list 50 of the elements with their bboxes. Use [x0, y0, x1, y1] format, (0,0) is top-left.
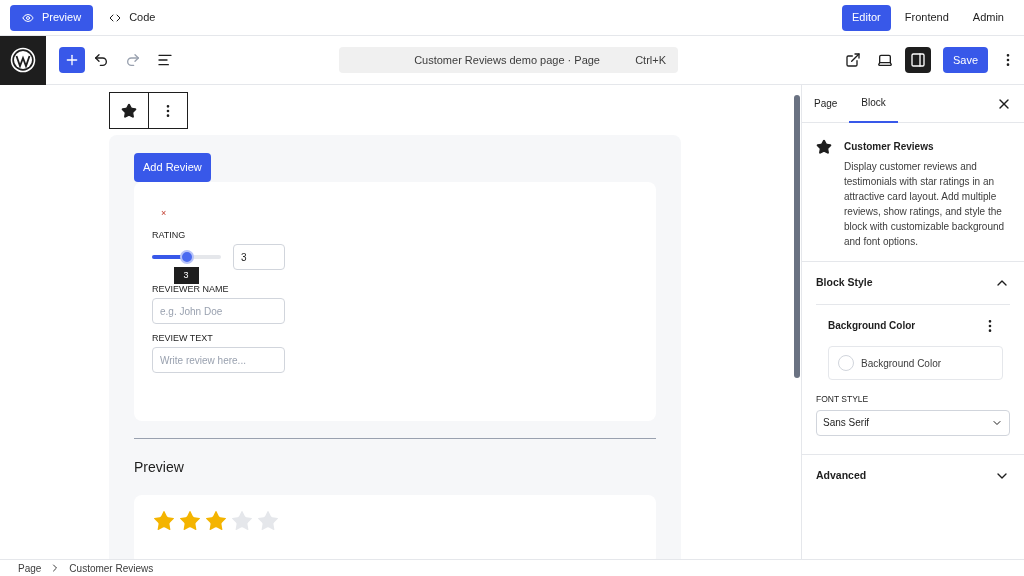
slider-tooltip: 3 — [173, 267, 199, 284]
eye-icon — [22, 11, 34, 24]
list-view-icon[interactable] — [157, 52, 173, 68]
view-mode-tab[interactable]: Code — [97, 4, 168, 31]
block-description: Display customer reviews and testimonials with star ratings in an attractive card layout. Add multiple reviews, show ratings, and style the block with customizable background and font options. — [844, 160, 1006, 249]
reviewer-name-field[interactable]: e.g. John Doe — [152, 298, 285, 324]
rating-star-icon — [204, 509, 228, 533]
block-title: Customer Reviews — [844, 140, 935, 154]
scrollbar[interactable] — [794, 95, 800, 378]
command-bar[interactable]: Customer Reviews demo page · Page Ctrl+K — [339, 47, 678, 73]
slider-thumb[interactable] — [179, 250, 194, 264]
wordpress-icon — [10, 47, 36, 73]
rating-star-icon — [256, 509, 280, 533]
color-picker-button[interactable]: Background Color — [828, 346, 1003, 380]
rating-star-icon — [230, 509, 254, 533]
plus-icon — [64, 52, 80, 68]
add-review-button[interactable]: Add Review — [134, 153, 211, 182]
panel-header[interactable]: Advanced — [802, 454, 1024, 497]
sidebar-tab[interactable]: Page — [814, 84, 850, 123]
review-text-field[interactable]: Write review here... — [152, 347, 285, 373]
sidebar-tab[interactable]: Block — [849, 84, 898, 123]
color-setting-heading: Background Color — [828, 319, 916, 333]
mode-tab[interactable]: Frontend — [894, 4, 959, 31]
font-style-label: FONT STYLE — [816, 393, 870, 406]
mode-tab[interactable]: Editor — [842, 4, 891, 31]
rating-label: RATING — [152, 229, 187, 241]
add-block-button[interactable] — [59, 47, 85, 73]
breadcrumb-link[interactable]: Customer Reviews — [69, 560, 154, 576]
rating-star-icon — [178, 509, 202, 533]
reviewer-name-label: REVIEWER NAME — [152, 283, 230, 295]
sidebar-panel-icon — [909, 52, 926, 68]
laptop-icon[interactable] — [876, 52, 893, 68]
shortcut-label: Ctrl+K — [635, 52, 667, 68]
external-link-icon[interactable] — [844, 52, 861, 68]
breadcrumb-link[interactable]: Page — [18, 560, 42, 576]
review-text-label: REVIEW TEXT — [152, 332, 214, 344]
star-icon — [816, 139, 832, 155]
star-icon — [121, 102, 137, 119]
remove-mark[interactable]: × — [161, 208, 638, 218]
preview-heading: Preview — [134, 458, 185, 477]
view-mode-tab[interactable]: Preview — [10, 4, 94, 31]
mode-tab[interactable]: Admin — [962, 4, 1014, 31]
sidebar-toggle[interactable] — [904, 47, 931, 73]
panel-header[interactable]: Block Style — [802, 262, 1024, 304]
font-style-select[interactable]: Sans Serif — [816, 409, 1010, 436]
rating-input[interactable]: 3 — [233, 244, 285, 270]
save-button[interactable]: Save — [942, 47, 988, 73]
wordpress-logo[interactable] — [0, 35, 46, 85]
rating-star-icon — [152, 509, 176, 533]
undo-icon[interactable] — [93, 52, 109, 68]
